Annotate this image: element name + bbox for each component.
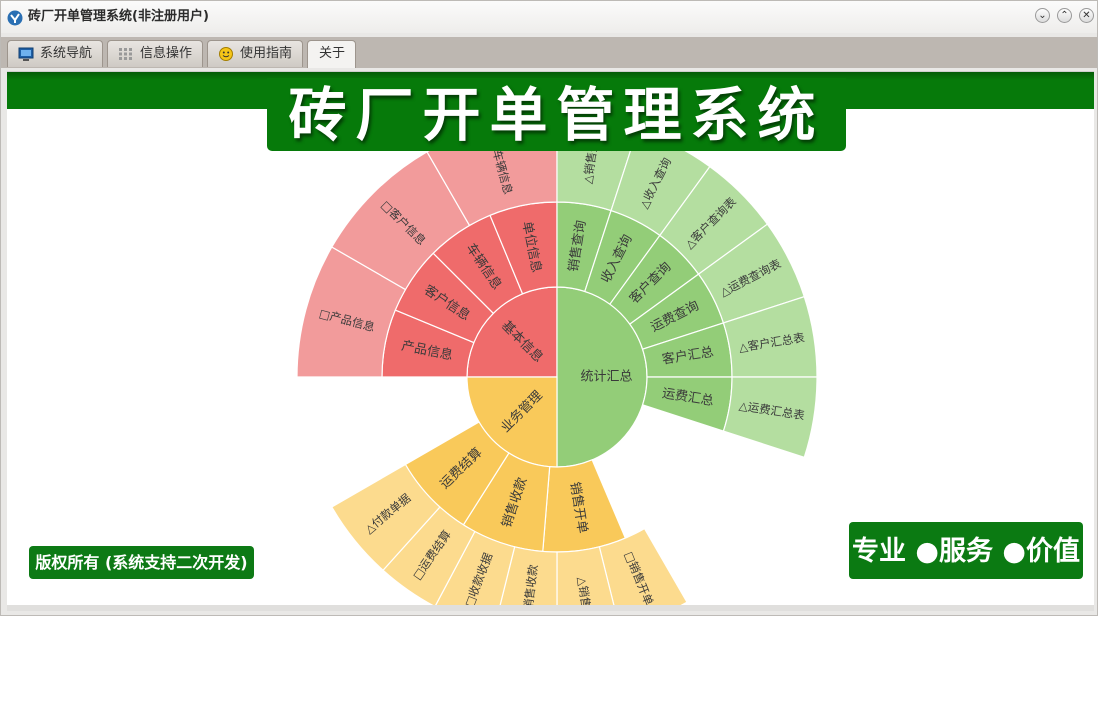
close-button[interactable]: ✕: [1079, 8, 1094, 23]
chevron-down-icon: ⌄: [1038, 10, 1047, 21]
maximize-button[interactable]: ⌃: [1057, 8, 1072, 23]
about-page: 基本信息 产品信息 客户信息 车辆信息 单位信息 □产品信息 □客户信息 □车辆信息 统计汇总销…: [7, 71, 1094, 611]
app-window: 砖厂开单管理系统(非注册用户) ⌄ ⌃ ✕ 系统导航 信息操作 使用指南 关于 …: [0, 0, 1098, 616]
copyright-badge: 版权所有 (系统支持二次开发): [29, 546, 254, 579]
sunburst-item[interactable]: 运费汇总: [641, 376, 733, 432]
app-logo-icon: [7, 10, 23, 26]
sunburst-category-label: 统计汇总: [580, 370, 632, 385]
sunburst-item[interactable]: 销售开单: [542, 459, 627, 553]
slogan-badge: 专业 ●服务 ●价值: [849, 522, 1083, 579]
tab-bar: 系统导航 信息操作 使用指南 关于: [1, 37, 1097, 68]
tab-user-guide[interactable]: 使用指南: [207, 40, 303, 67]
tab-label: 信息操作: [140, 46, 193, 61]
sunburst-leaf[interactable]: △运费汇总表: [722, 376, 818, 459]
tab-info-ops[interactable]: 信息操作: [107, 40, 203, 67]
tab-label: 系统导航: [40, 46, 93, 61]
tab-system-nav[interactable]: 系统导航: [7, 40, 103, 67]
tab-about[interactable]: 关于: [307, 40, 356, 68]
monitor-icon: [18, 47, 34, 61]
tab-label: 使用指南: [240, 46, 293, 61]
banner-title: 砖厂开单管理系统: [267, 78, 846, 151]
content-bottom-edge: [7, 605, 1094, 611]
title-bar: 砖厂开单管理系统(非注册用户) ⌄ ⌃ ✕: [1, 1, 1097, 33]
minimize-button[interactable]: ⌄: [1035, 8, 1050, 23]
chevron-up-icon: ⌃: [1060, 10, 1069, 21]
close-icon: ✕: [1082, 10, 1091, 21]
tab-label: 关于: [319, 46, 346, 61]
smiley-icon: [219, 47, 233, 61]
grid-icon: [119, 48, 132, 60]
window-title: 砖厂开单管理系统(非注册用户): [28, 9, 209, 24]
